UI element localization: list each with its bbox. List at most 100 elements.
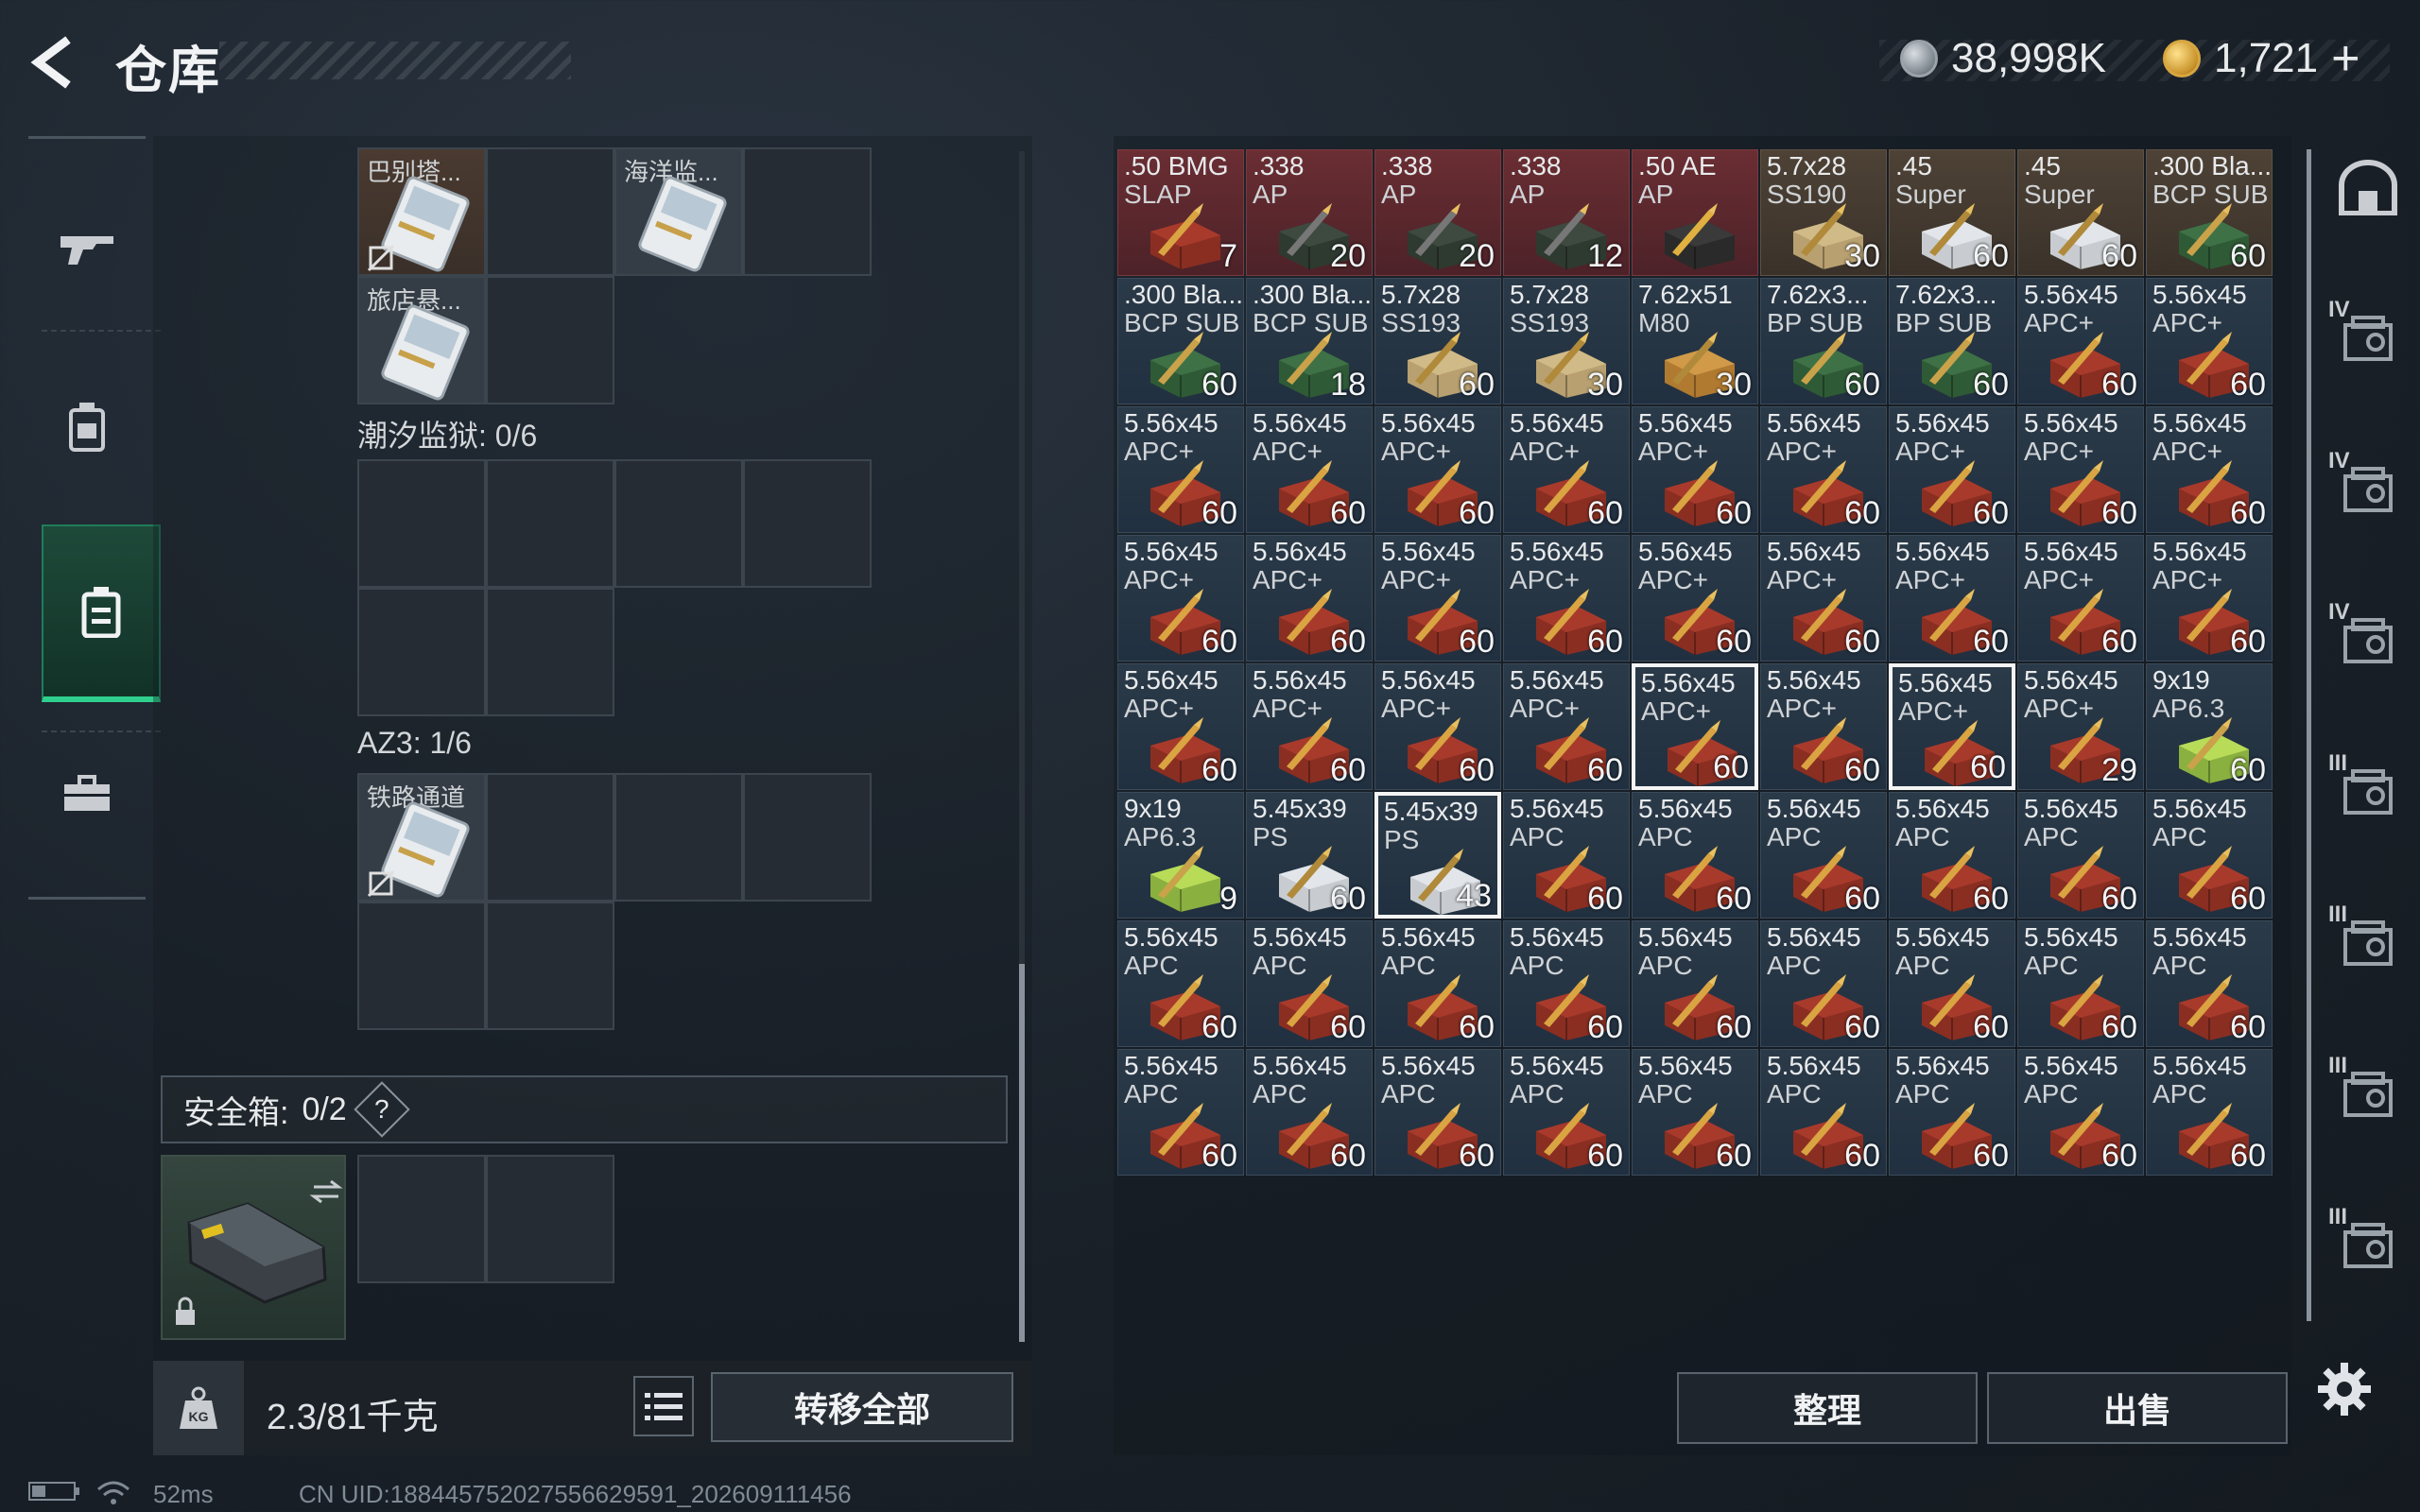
ammo-slot[interactable]: 7.62x3... BP SUB 60 <box>1889 278 2015 404</box>
key-card-slot[interactable]: 旅店悬... <box>357 276 486 404</box>
empty-slot[interactable] <box>357 1155 486 1283</box>
empty-slot[interactable] <box>357 459 486 588</box>
help-button[interactable]: ? <box>354 1081 410 1138</box>
ammo-slot[interactable]: 5.45x39 PS 60 <box>1246 792 1373 919</box>
ammo-slot[interactable]: 5.56x45 APC 60 <box>1889 792 2015 919</box>
ammo-slot[interactable]: 5.56x45 APC 60 <box>1889 1049 2015 1176</box>
ammo-slot[interactable]: .50 BMG SLAP 7 <box>1117 149 1244 276</box>
ammo-slot[interactable]: 5.56x45 APC+ 60 <box>1117 663 1244 790</box>
empty-slot[interactable] <box>614 773 743 902</box>
ammo-slot[interactable]: 5.56x45 APC 60 <box>1503 1049 1630 1176</box>
ammo-slot[interactable]: .300 Bla... BCP SUB 60 <box>1117 278 1244 404</box>
ammo-slot[interactable]: 5.7x28 SS190 30 <box>1760 149 1887 276</box>
ammo-slot[interactable]: 5.56x45 APC+ 60 <box>1889 535 2015 662</box>
ammo-slot[interactable]: 5.56x45 APC+ 60 <box>1632 663 1758 790</box>
empty-slot[interactable] <box>743 459 872 588</box>
ammo-slot[interactable]: 5.56x45 APC+ 60 <box>1503 535 1630 662</box>
tab-storage-8[interactable]: III <box>2328 1204 2406 1283</box>
tab-storage-5[interactable]: III <box>2328 750 2406 830</box>
empty-slot[interactable] <box>486 459 614 588</box>
ammo-slot[interactable]: 7.62x51 M80 30 <box>1632 278 1758 404</box>
key-card-slot[interactable]: 海洋监... <box>614 147 743 276</box>
empty-slot[interactable] <box>743 773 872 902</box>
ammo-slot[interactable]: .338 AP 20 <box>1374 149 1501 276</box>
ammo-slot[interactable]: 5.56x45 APC 60 <box>2146 920 2273 1047</box>
ammo-slot[interactable]: 5.56x45 APC 60 <box>1760 1049 1887 1176</box>
ammo-slot[interactable]: 5.56x45 APC 60 <box>1374 920 1501 1047</box>
tab-storage-2[interactable]: IV <box>2328 297 2406 376</box>
key-card-slot[interactable]: 铁路通道 <box>357 773 486 902</box>
add-currency-button[interactable]: + <box>2331 30 2360 87</box>
ammo-slot[interactable]: 5.56x45 APC+ 60 <box>1374 406 1501 533</box>
container-scrollbar[interactable] <box>1019 151 1025 1342</box>
ammo-slot[interactable]: 5.56x45 APC 60 <box>1632 1049 1758 1176</box>
tab-storage-3[interactable]: IV <box>2328 448 2406 527</box>
ammo-slot[interactable]: 5.56x45 APC+ 60 <box>1503 663 1630 790</box>
ammo-slot[interactable]: .300 Bla... BCP SUB 18 <box>1246 278 1373 404</box>
ammo-slot[interactable]: 5.56x45 APC+ 60 <box>2017 535 2144 662</box>
ammo-slot[interactable]: 5.56x45 APC+ 60 <box>1117 535 1244 662</box>
ammo-slot[interactable]: 5.56x45 APC+ 60 <box>2017 406 2144 533</box>
ammo-slot[interactable]: 5.56x45 APC 60 <box>2146 1049 2273 1176</box>
tab-storage-7[interactable]: III <box>2328 1053 2406 1132</box>
ammo-slot[interactable]: 5.56x45 APC 60 <box>1889 920 2015 1047</box>
ammo-slot[interactable]: 7.62x3... BP SUB 60 <box>1760 278 1887 404</box>
empty-slot[interactable] <box>486 773 614 902</box>
ammo-slot[interactable]: .300 Bla... BCP SUB 60 <box>2146 149 2273 276</box>
list-view-button[interactable] <box>633 1376 694 1436</box>
ammo-slot[interactable]: 5.56x45 APC+ 60 <box>2017 278 2144 404</box>
empty-slot[interactable] <box>357 588 486 716</box>
ammo-slot[interactable]: .45 Super 60 <box>2017 149 2144 276</box>
ammo-slot[interactable]: 5.56x45 APC 60 <box>1503 792 1630 919</box>
ammo-slot[interactable]: 5.56x45 APC 60 <box>1374 1049 1501 1176</box>
empty-slot[interactable] <box>486 276 614 404</box>
empty-slot[interactable] <box>743 147 872 276</box>
ammo-slot[interactable]: 5.56x45 APC 60 <box>1117 1049 1244 1176</box>
ammo-slot[interactable]: 5.56x45 APC 60 <box>1632 920 1758 1047</box>
ammo-slot[interactable]: 5.56x45 APC+ 60 <box>1117 406 1244 533</box>
tab-all-storage[interactable] <box>2330 149 2406 225</box>
empty-slot[interactable] <box>486 902 614 1030</box>
ammo-slot[interactable]: .338 AP 20 <box>1246 149 1373 276</box>
empty-slot[interactable] <box>614 459 743 588</box>
ammo-slot[interactable]: 5.56x45 APC+ 60 <box>1760 535 1887 662</box>
nav-weapons[interactable] <box>28 167 146 328</box>
ammo-slot[interactable]: 5.56x45 APC+ 60 <box>2146 278 2273 404</box>
ammo-slot[interactable]: 5.56x45 APC 60 <box>2017 920 2144 1047</box>
ammo-slot[interactable]: 5.56x45 APC+ 60 <box>1632 535 1758 662</box>
settings-button[interactable] <box>2307 1351 2382 1427</box>
empty-slot[interactable] <box>486 588 614 716</box>
ammo-slot[interactable]: 5.56x45 APC 60 <box>1117 920 1244 1047</box>
key-card-slot[interactable]: 巴别塔... <box>357 147 486 276</box>
ammo-slot[interactable]: 5.56x45 APC 60 <box>1760 792 1887 919</box>
safe-case-slot[interactable] <box>161 1155 346 1340</box>
ammo-slot[interactable]: 5.56x45 APC 60 <box>1246 1049 1373 1176</box>
ammo-slot[interactable]: 5.56x45 APC+ 60 <box>1374 535 1501 662</box>
ammo-slot[interactable]: .45 Super 60 <box>1889 149 2015 276</box>
sell-button[interactable]: 出售 <box>1987 1372 2288 1444</box>
ammo-slot[interactable]: 5.56x45 APC 60 <box>1760 920 1887 1047</box>
tab-storage-6[interactable]: III <box>2328 902 2406 981</box>
ammo-slot[interactable]: 5.56x45 APC+ 60 <box>2146 535 2273 662</box>
ammo-slot[interactable]: 5.56x45 APC+ 60 <box>1374 663 1501 790</box>
nav-backpack[interactable] <box>42 524 161 702</box>
ammo-slot[interactable]: 5.56x45 APC+ 60 <box>1632 406 1758 533</box>
ammo-slot[interactable]: 5.56x45 APC 60 <box>2017 1049 2144 1176</box>
ammo-slot[interactable]: 5.56x45 APC+ 60 <box>1246 663 1373 790</box>
ammo-slot[interactable]: 5.56x45 APC 60 <box>1632 792 1758 919</box>
ammo-slot[interactable]: 5.56x45 APC+ 60 <box>1760 663 1887 790</box>
ammo-slot[interactable]: 5.56x45 APC 60 <box>1503 920 1630 1047</box>
ammo-slot[interactable]: 9x19 AP6.3 9 <box>1117 792 1244 919</box>
ammo-slot[interactable]: 5.56x45 APC+ 60 <box>1760 406 1887 533</box>
nav-gear[interactable] <box>28 347 146 507</box>
ammo-slot[interactable]: .50 AE AP <box>1632 149 1758 276</box>
ammo-slot[interactable]: .338 AP 12 <box>1503 149 1630 276</box>
ammo-slot[interactable]: 5.56x45 APC+ 60 <box>1889 406 2015 533</box>
transfer-all-button[interactable]: 转移全部 <box>711 1372 1013 1442</box>
empty-slot[interactable] <box>486 147 614 276</box>
nav-toolbox[interactable] <box>28 713 146 874</box>
ammo-slot[interactable]: 5.56x45 APC 60 <box>2017 792 2144 919</box>
ammo-slot[interactable]: 5.56x45 APC+ 60 <box>1889 663 2015 790</box>
empty-slot[interactable] <box>357 902 486 1030</box>
ammo-slot[interactable]: 5.56x45 APC+ 60 <box>2146 406 2273 533</box>
